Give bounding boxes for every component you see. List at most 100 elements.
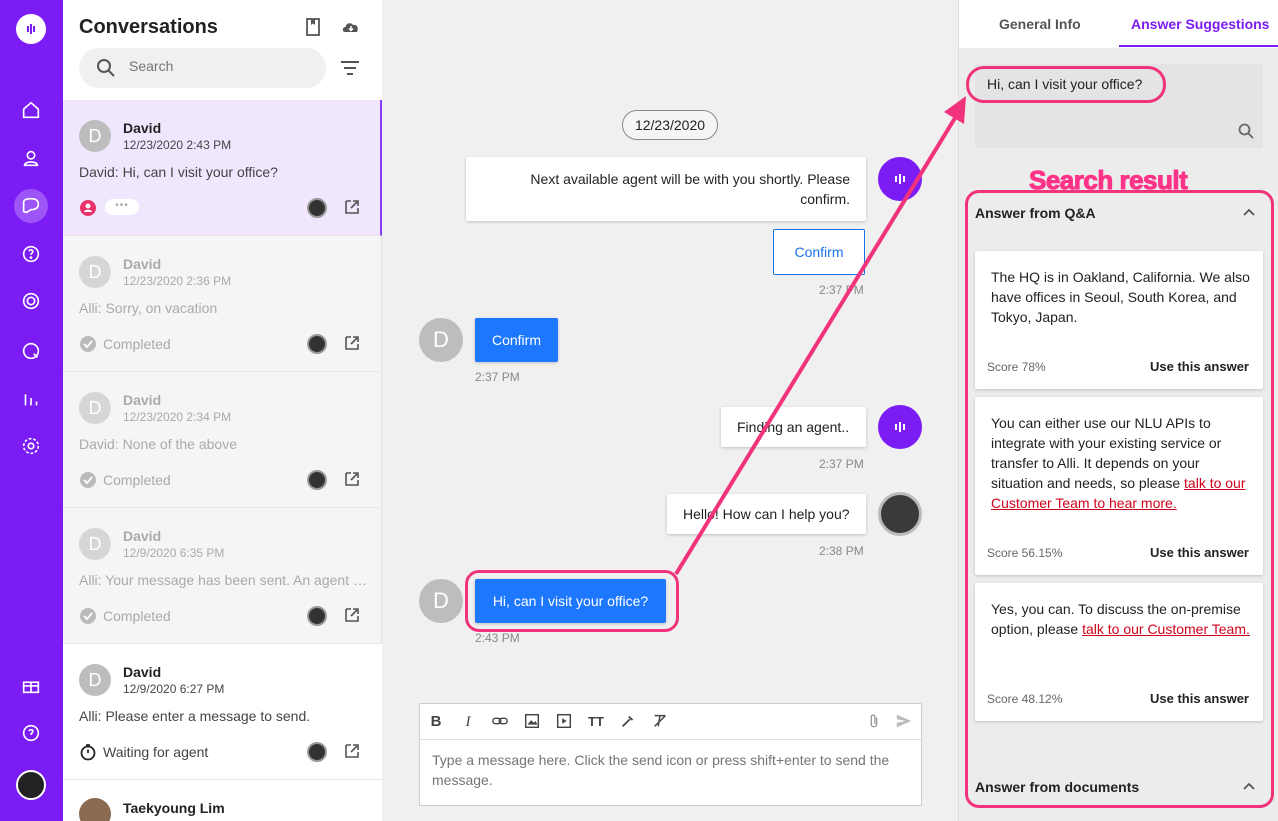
answer-card: The HQ is in Oakland, California. We als… <box>975 251 1263 389</box>
contact-name: David <box>123 664 162 680</box>
nav-rail <box>0 0 63 821</box>
answer-text: Yes, you can. To discuss the on-premise … <box>991 601 1250 637</box>
qa-section-header[interactable]: Answer from Q&A <box>975 205 1096 221</box>
clear-format-icon[interactable] <box>650 712 670 732</box>
message-composer: B I TT <box>419 703 922 806</box>
status-text: Completed <box>103 608 171 624</box>
video-icon[interactable] <box>554 712 574 732</box>
filter-icon[interactable] <box>339 58 361 78</box>
bold-icon[interactable]: B <box>426 712 446 732</box>
chat-panel: 12/23/2020 Next available agent will be … <box>382 0 958 821</box>
help-bubble-icon[interactable] <box>16 239 46 269</box>
avatar: D <box>79 664 111 696</box>
timestamp: 2:38 PM <box>819 544 864 558</box>
timestamp: 12/23/2020 2:43 PM <box>123 138 232 152</box>
open-external-icon[interactable] <box>343 334 361 352</box>
answer-score: Score 78% <box>987 360 1046 374</box>
search-chat-icon[interactable] <box>16 336 46 366</box>
bar-chart-icon[interactable] <box>16 383 46 413</box>
avatar: D <box>79 392 111 424</box>
avatar[interactable] <box>16 770 46 800</box>
search-icon[interactable] <box>1237 122 1255 140</box>
help-icon[interactable] <box>16 718 46 748</box>
conversation-item[interactable]: D David 12/9/2020 6:27 PM Alli: Please e… <box>63 644 382 780</box>
open-external-icon[interactable] <box>343 470 361 488</box>
answer-text: The HQ is in Oakland, California. We als… <box>991 269 1250 325</box>
message-input[interactable] <box>432 750 912 798</box>
confirm-option-button[interactable]: Confirm <box>773 229 865 275</box>
gift-icon[interactable] <box>16 670 46 700</box>
page-title: Conversations <box>79 16 218 38</box>
conversation-item[interactable]: D David 12/23/2020 2:36 PM Alli: Sorry, … <box>63 236 382 372</box>
open-external-icon[interactable] <box>343 606 361 624</box>
customer-team-link[interactable]: talk to our Customer Team. <box>1082 621 1250 637</box>
tab-general-info[interactable]: General Info <box>999 16 1081 32</box>
avatar: D <box>79 256 111 288</box>
search-input[interactable] <box>129 58 309 74</box>
chevron-up-icon[interactable] <box>1241 778 1257 794</box>
answer-score: Score 56.15% <box>987 546 1063 560</box>
answer-card: You can either use our NLU APIs to integ… <box>975 397 1263 575</box>
status-text: Waiting for agent <box>103 744 209 760</box>
cloud-download-icon[interactable] <box>340 16 362 38</box>
check-circle-icon <box>79 471 97 489</box>
check-circle-icon <box>79 607 97 625</box>
image-icon[interactable] <box>522 712 542 732</box>
bot-message: Next available agent will be with you sh… <box>466 157 866 221</box>
last-message: David: Hi, can I visit your office? <box>79 164 278 180</box>
conversations-icon[interactable] <box>14 189 48 223</box>
timestamp: 12/9/2020 6:27 PM <box>123 682 225 696</box>
timestamp: 12/23/2020 2:34 PM <box>123 410 232 424</box>
typing-indicator: ••• <box>105 199 139 215</box>
attachment-icon[interactable] <box>864 712 884 732</box>
search-box <box>79 48 326 88</box>
target-icon[interactable] <box>16 286 46 316</box>
agent-avatar <box>307 334 327 354</box>
annotation-label: Search result <box>1028 165 1188 196</box>
agent-avatar <box>878 492 922 536</box>
color-picker-icon[interactable] <box>618 712 638 732</box>
chevron-up-icon[interactable] <box>1241 204 1257 220</box>
timestamp: 12/9/2020 6:35 PM <box>123 546 225 560</box>
documents-section-header[interactable]: Answer from documents <box>975 779 1139 795</box>
gear-icon[interactable] <box>16 431 46 461</box>
avatar: D <box>79 120 111 152</box>
user-icon[interactable] <box>16 143 46 173</box>
tab-answer-suggestions[interactable]: Answer Suggestions <box>1131 16 1269 32</box>
send-icon[interactable] <box>894 712 914 732</box>
answer-card: Yes, you can. To discuss the on-premise … <box>975 583 1263 721</box>
conversation-item[interactable]: D David 12/23/2020 2:34 PM David: None o… <box>63 372 382 508</box>
logo-icon[interactable] <box>16 14 46 44</box>
use-answer-button[interactable]: Use this answer <box>1150 545 1249 560</box>
text-size-icon[interactable]: TT <box>586 712 606 732</box>
timestamp: 2:37 PM <box>819 283 864 297</box>
use-answer-button[interactable]: Use this answer <box>1150 691 1249 706</box>
home-icon[interactable] <box>16 95 46 125</box>
conversation-item[interactable]: D David 12/23/2020 2:43 PM David: Hi, ca… <box>63 100 382 236</box>
search-icon <box>95 57 117 79</box>
bot-message: Finding an agent.. <box>721 407 866 447</box>
active-tab-indicator <box>1119 45 1278 47</box>
conversation-item[interactable]: Taekyoung Lim <box>63 780 382 821</box>
open-external-icon[interactable] <box>343 742 361 760</box>
italic-icon[interactable]: I <box>458 712 478 732</box>
bookmark-icon[interactable] <box>302 16 324 38</box>
query-box[interactable]: Hi, can I visit your office? <box>975 64 1263 148</box>
agent-avatar <box>307 198 327 218</box>
avatar <box>79 798 111 821</box>
agent-avatar <box>307 606 327 626</box>
conversation-item[interactable]: D David 12/9/2020 6:35 PM Alli: Your mes… <box>63 508 382 644</box>
bot-avatar <box>878 157 922 201</box>
avatar: D <box>79 528 111 560</box>
composer-toolbar: B I TT <box>420 704 921 740</box>
answer-text: You can either use our NLU APIs to integ… <box>991 415 1246 511</box>
status-text: Completed <box>103 336 171 352</box>
user-message: Hi, can I visit your office? <box>475 579 666 623</box>
query-text: Hi, can I visit your office? <box>987 76 1143 92</box>
use-answer-button[interactable]: Use this answer <box>1150 359 1249 374</box>
agent-message: Hello! How can I help you? <box>667 494 866 534</box>
open-external-icon[interactable] <box>343 198 361 216</box>
timer-icon <box>79 743 97 761</box>
link-icon[interactable] <box>490 712 510 732</box>
conversation-list-panel: Conversations D David 12/23/2020 2:43 PM… <box>63 0 382 821</box>
